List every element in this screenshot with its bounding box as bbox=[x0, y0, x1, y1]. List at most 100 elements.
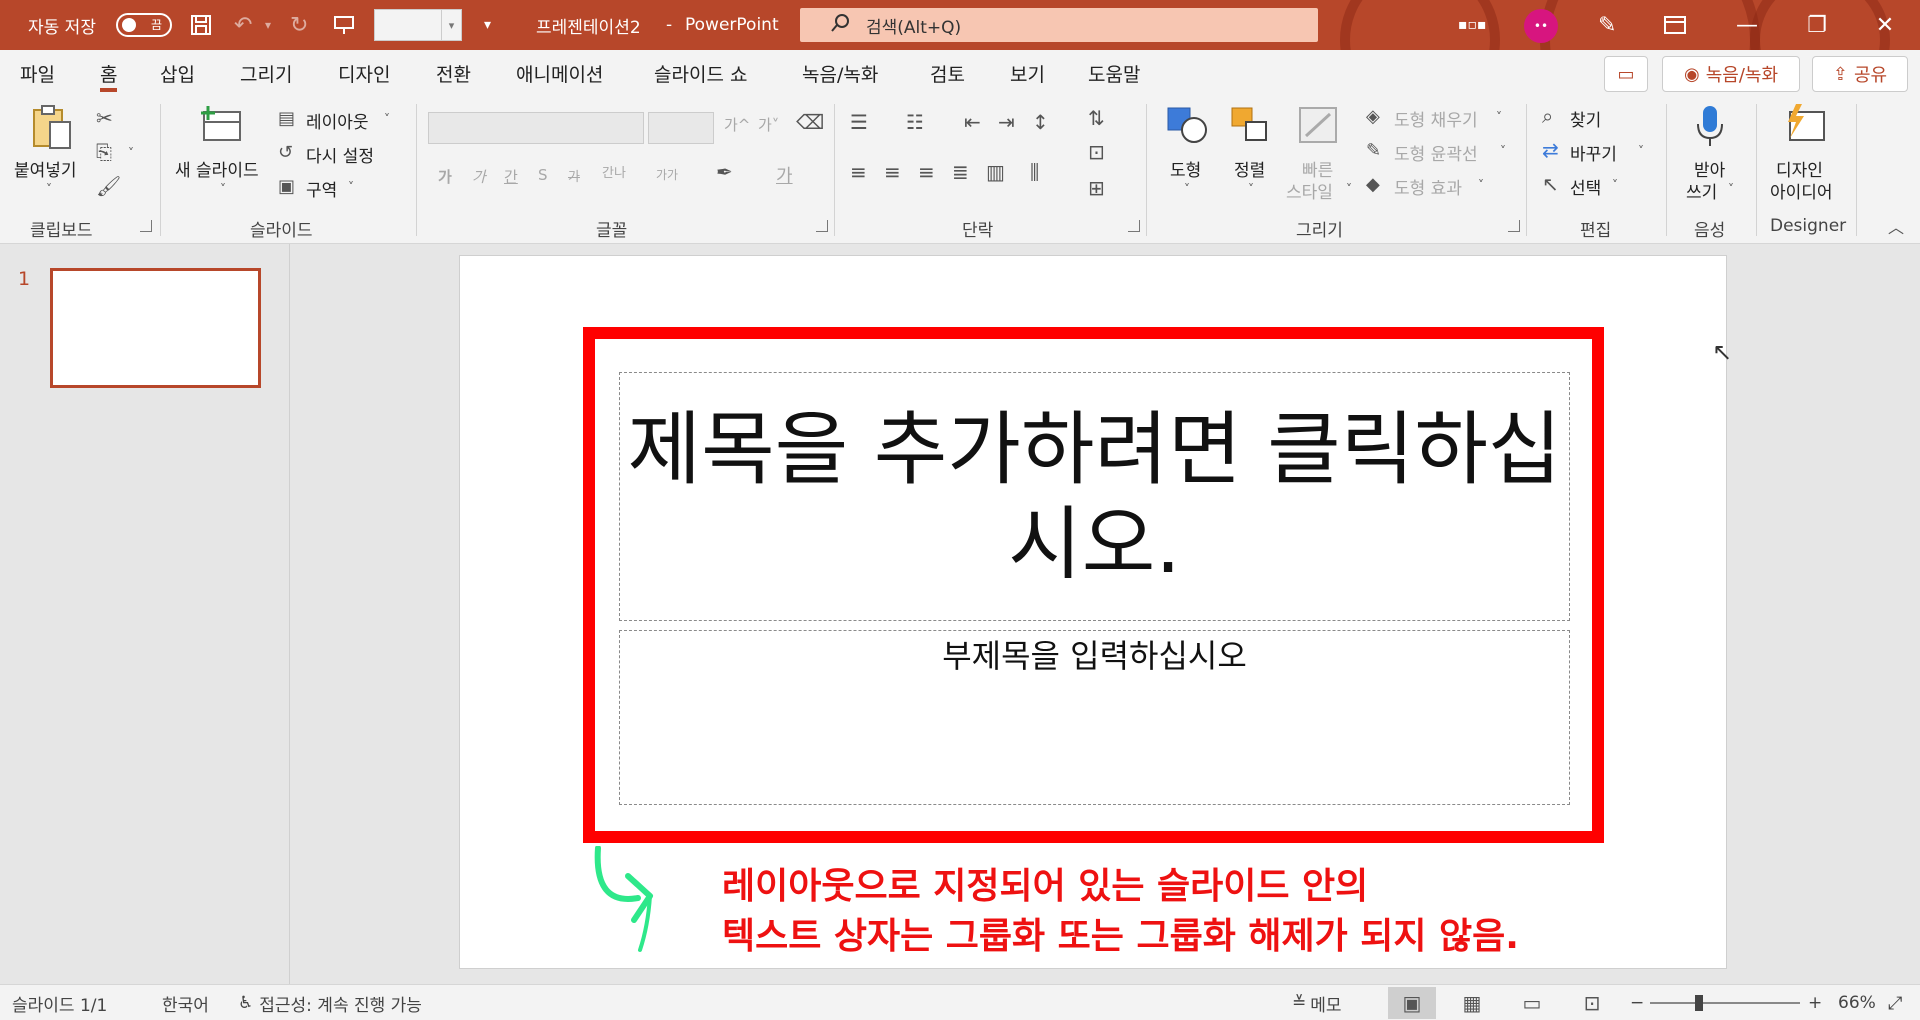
microphone-icon[interactable] bbox=[1694, 104, 1726, 154]
highlight-icon[interactable]: ✒ bbox=[716, 160, 733, 184]
underline-icon[interactable]: 간 bbox=[504, 166, 518, 187]
accessibility-status[interactable]: ♿ 접근성: 계속 진행 가능 bbox=[238, 985, 422, 1020]
shape-effects-icon[interactable]: ◆ bbox=[1366, 174, 1380, 195]
close-icon[interactable]: ✕ bbox=[1850, 0, 1920, 50]
decrease-indent-icon[interactable]: ⇤ bbox=[964, 110, 981, 134]
slide-sorter-icon[interactable]: ▦ bbox=[1448, 987, 1496, 1019]
reset-icon[interactable]: ↺ bbox=[278, 142, 293, 163]
zoom-level[interactable]: 66% bbox=[1838, 985, 1876, 1020]
undo-dropdown-icon[interactable]: ▾ bbox=[265, 0, 271, 50]
autosave-toggle[interactable]: 끔 bbox=[116, 0, 172, 50]
bullets-icon[interactable]: ☰ bbox=[850, 110, 868, 134]
new-slide-icon[interactable] bbox=[198, 104, 244, 152]
font-launcher-icon[interactable] bbox=[816, 220, 828, 232]
quick-styles-label-2[interactable]: 스타일 bbox=[1286, 178, 1333, 203]
pen-icon[interactable]: ✎ bbox=[1598, 0, 1616, 50]
shapes-button[interactable]: 도형 bbox=[1170, 156, 1201, 181]
cut-icon[interactable]: ✂ bbox=[96, 106, 113, 130]
tab-review[interactable]: 검토 bbox=[930, 50, 965, 96]
paste-button[interactable]: 붙여넣기 bbox=[14, 156, 77, 181]
tab-view[interactable]: 보기 bbox=[1010, 50, 1045, 96]
shape-effects-dropdown-icon[interactable]: ˅ bbox=[1478, 178, 1484, 192]
select-icon[interactable]: ↖ bbox=[1542, 172, 1559, 196]
tab-slideshow[interactable]: 슬라이드 쇼 bbox=[654, 50, 747, 96]
shape-outline-button[interactable]: 도형 윤곽선 bbox=[1394, 140, 1478, 165]
strikethrough-icon[interactable]: 가 bbox=[568, 166, 580, 185]
section-button[interactable]: 구역 bbox=[306, 176, 337, 201]
search-box[interactable]: 검색(Alt+Q) bbox=[800, 8, 1318, 42]
dictate-dropdown-icon[interactable]: ˅ bbox=[1728, 182, 1734, 196]
select-dropdown-icon[interactable]: ˅ bbox=[1612, 178, 1618, 192]
quick-styles-dropdown-icon[interactable]: ˅ bbox=[1346, 182, 1352, 196]
redo-icon[interactable]: ↻ bbox=[290, 0, 308, 50]
shape-fill-button[interactable]: 도형 채우기 bbox=[1394, 106, 1478, 131]
restore-icon[interactable]: ❐ bbox=[1782, 0, 1852, 50]
customize-quick-access-icon[interactable]: ▾ bbox=[484, 0, 491, 50]
copy-dropdown-icon[interactable]: ˅ bbox=[128, 146, 134, 160]
numbering-icon[interactable]: ☷ bbox=[906, 110, 924, 134]
tab-insert[interactable]: 삽입 bbox=[160, 50, 195, 96]
paste-dropdown-icon[interactable]: ˅ bbox=[46, 182, 52, 196]
format-painter-icon[interactable]: 🖌 bbox=[96, 174, 121, 198]
tab-file[interactable]: 파일 bbox=[20, 50, 55, 96]
arrange-button[interactable]: 정렬 bbox=[1234, 156, 1265, 181]
tab-animations[interactable]: 애니메이션 bbox=[516, 50, 603, 96]
increase-indent-icon[interactable]: ⇥ bbox=[998, 110, 1015, 134]
shapes-icon[interactable] bbox=[1166, 104, 1210, 152]
avatar[interactable]: •• bbox=[1524, 9, 1558, 43]
layout-icon[interactable]: ▤ bbox=[278, 108, 295, 129]
align-left-icon[interactable]: ≡ bbox=[850, 160, 867, 184]
minimize-icon[interactable]: — bbox=[1712, 0, 1782, 50]
grow-font-icon[interactable]: 가^ bbox=[724, 114, 750, 135]
start-slideshow-icon[interactable] bbox=[333, 0, 355, 50]
select-button[interactable]: 선택 bbox=[1570, 174, 1601, 199]
ribbon-display-icon[interactable] bbox=[1664, 0, 1686, 50]
tab-record[interactable]: 녹음/녹화 bbox=[802, 50, 878, 96]
clear-formatting-icon[interactable]: ⌫ bbox=[796, 110, 824, 134]
slide-thumbnail[interactable] bbox=[50, 268, 261, 388]
shadow-icon[interactable]: S bbox=[538, 166, 548, 184]
design-ideas-icon[interactable] bbox=[1782, 104, 1828, 152]
zoom-out-button[interactable]: − bbox=[1630, 985, 1644, 1020]
dictate-label-2[interactable]: 쓰기 bbox=[1686, 178, 1717, 203]
italic-icon[interactable]: 가 bbox=[472, 166, 486, 187]
notes-button[interactable]: ≚ 메모 bbox=[1292, 985, 1342, 1020]
char-spacing-icon[interactable]: 간나 bbox=[602, 162, 626, 181]
shape-outline-icon[interactable]: ✎ bbox=[1366, 140, 1381, 161]
smartart-icon[interactable]: ⊞ bbox=[1088, 176, 1105, 200]
quick-styles-icon[interactable] bbox=[1296, 104, 1340, 152]
new-slide-dropdown-icon[interactable]: ˅ bbox=[220, 182, 226, 196]
section-dropdown-icon[interactable]: ˅ bbox=[348, 180, 354, 194]
layout-dropdown-icon[interactable]: ˅ bbox=[384, 112, 390, 126]
align-text-icon[interactable]: ⊡ bbox=[1088, 140, 1105, 164]
share-button[interactable]: ⇪ 공유 bbox=[1812, 56, 1908, 92]
tab-design[interactable]: 디자인 bbox=[338, 50, 390, 96]
shape-fill-dropdown-icon[interactable]: ˅ bbox=[1496, 110, 1502, 124]
shape-outline-dropdown-icon[interactable]: ˅ bbox=[1500, 144, 1506, 158]
language-indicator[interactable]: 한국어 bbox=[162, 985, 209, 1020]
zoom-in-button[interactable]: + bbox=[1808, 985, 1822, 1020]
paragraph-launcher-icon[interactable] bbox=[1128, 220, 1140, 232]
drawing-launcher-icon[interactable] bbox=[1508, 220, 1520, 232]
tab-home[interactable]: 홈 bbox=[100, 50, 118, 96]
justify-icon[interactable]: ≣ bbox=[952, 160, 969, 184]
replace-dropdown-icon[interactable]: ˅ bbox=[1638, 144, 1644, 158]
distributed-icon[interactable]: ▥ bbox=[986, 160, 1005, 184]
shapes-dropdown-icon[interactable]: ˅ bbox=[1184, 182, 1190, 196]
coauthor-icon[interactable]: ▪▫▪ bbox=[1458, 0, 1486, 50]
columns-icon[interactable]: ⫼ bbox=[1030, 160, 1039, 184]
subtitle-placeholder[interactable]: 부제목을 입력하십시오 bbox=[619, 630, 1570, 805]
font-name-combo[interactable] bbox=[428, 112, 644, 144]
clipboard-launcher-icon[interactable] bbox=[140, 220, 152, 232]
align-right-icon[interactable]: ≡ bbox=[918, 160, 935, 184]
replace-icon[interactable]: ⇄ bbox=[1542, 138, 1559, 162]
shape-fill-icon[interactable]: ◈ bbox=[1366, 106, 1380, 127]
copy-icon[interactable]: ⎘ bbox=[96, 140, 112, 164]
record-button[interactable]: ◉ 녹음/녹화 bbox=[1662, 56, 1800, 92]
undo-icon[interactable]: ↶ bbox=[234, 0, 252, 50]
save-icon[interactable] bbox=[190, 0, 212, 50]
tab-transitions[interactable]: 전환 bbox=[436, 50, 471, 96]
design-ideas-label-2[interactable]: 아이디어 bbox=[1770, 178, 1833, 203]
layout-button[interactable]: 레이아웃 bbox=[306, 108, 369, 133]
reset-button[interactable]: 다시 설정 bbox=[306, 142, 374, 167]
